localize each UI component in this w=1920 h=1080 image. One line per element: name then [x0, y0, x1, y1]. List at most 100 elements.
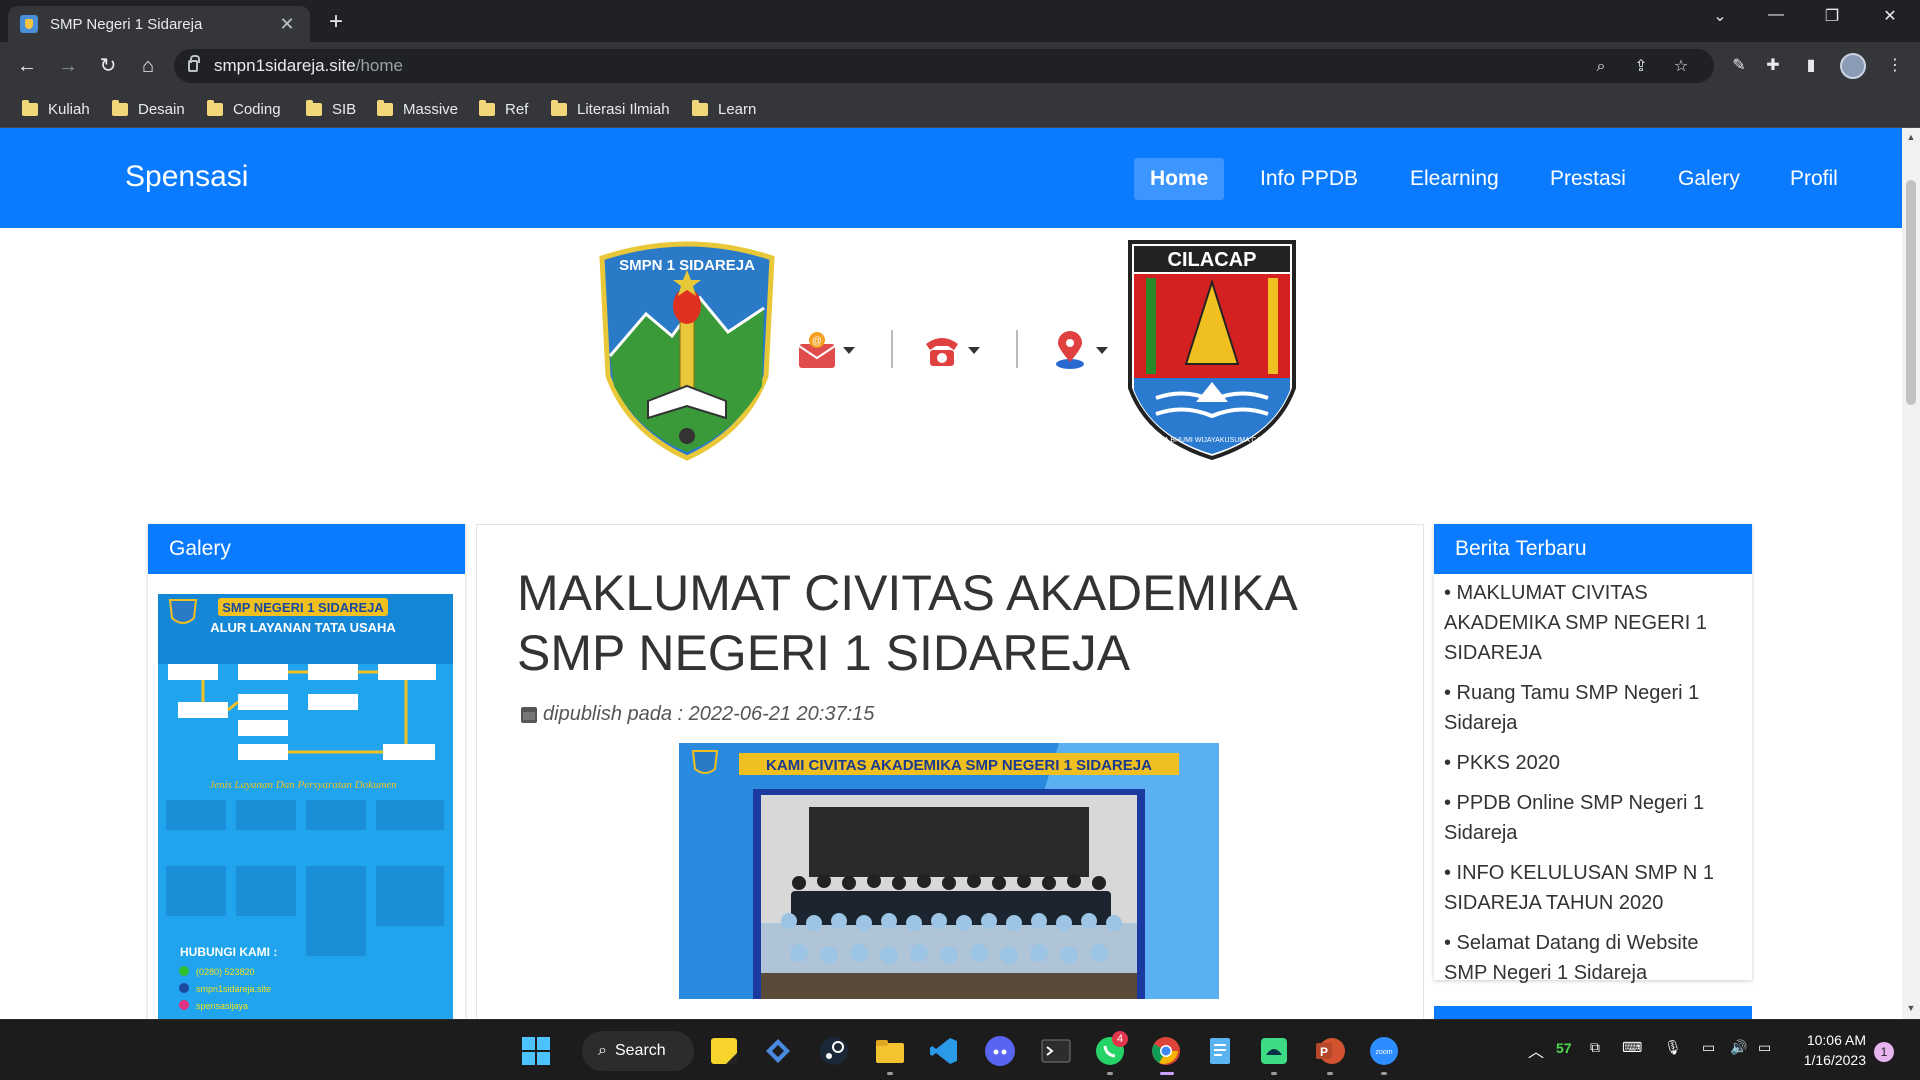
windows-start-icon[interactable] [520, 1035, 552, 1067]
sticky-notes-icon[interactable] [708, 1035, 740, 1067]
bookmark-folder-learn[interactable]: Learn [692, 99, 756, 119]
bookmark-label: Coding [233, 100, 281, 118]
folder-icon [692, 99, 708, 116]
poster-phone: (0280) 523820 [196, 967, 255, 977]
bookmark-folder-ref[interactable]: Ref [479, 99, 528, 119]
url-host: smpn1sidareja.site [214, 56, 356, 75]
restore-button[interactable]: ❐ [1818, 6, 1846, 26]
scroll-up-icon[interactable]: ▲ [1905, 132, 1917, 144]
bookmark-folder-sib[interactable]: SIB [306, 99, 356, 119]
next-card-header [1434, 1006, 1752, 1019]
bookmark-folder-massive[interactable]: Massive [377, 99, 458, 119]
volume-icon[interactable]: 🔊 [1730, 1039, 1747, 1056]
extensions-puzzle-icon[interactable]: ✚ [1762, 55, 1784, 77]
battery-icon[interactable]: ▭ [1758, 1039, 1771, 1056]
browser-toolbar: ← → ↻ ⌂ smpn1sidareja.site/home ⌕ ⇪ ☆ ✎ … [0, 42, 1920, 90]
scroll-down-icon[interactable]: ▼ [1905, 1003, 1917, 1015]
powerpoint-icon[interactable]: P [1314, 1035, 1346, 1067]
new-tab-button[interactable]: + [322, 8, 350, 36]
running-indicator [1381, 1072, 1387, 1075]
folder-icon [377, 99, 393, 116]
clock-time[interactable]: 10:06 AM [1800, 1032, 1866, 1048]
notepad-icon[interactable] [1204, 1035, 1236, 1067]
bookmark-label: Massive [403, 100, 459, 118]
steam-icon[interactable] [818, 1035, 850, 1067]
folder-icon [207, 99, 223, 116]
bookmark-folder-desain[interactable]: Desain [112, 99, 185, 119]
android-studio-icon[interactable] [1258, 1035, 1290, 1067]
bookmark-label: Kuliah [48, 100, 90, 118]
extension-pen-icon[interactable]: ✎ [1728, 55, 1750, 77]
vpn-app-icon[interactable] [762, 1035, 794, 1067]
reload-icon[interactable]: ↻ [94, 52, 122, 80]
email-dropdown[interactable]: @ [797, 330, 855, 370]
chevron-down-icon [1096, 346, 1108, 354]
gallery-heading: Galery [148, 524, 465, 574]
chrome-icon[interactable] [1150, 1035, 1182, 1067]
nav-prestasi[interactable]: Prestasi [1534, 158, 1642, 200]
nav-profil[interactable]: Profil [1774, 158, 1854, 200]
latest-news-heading: Berita Terbaru [1434, 524, 1752, 574]
zoom-search-icon[interactable]: ⌕ [1590, 56, 1612, 78]
back-icon[interactable]: ← [13, 52, 41, 80]
svg-text:zoom: zoom [1375, 1049, 1392, 1056]
group-photo-banner: KAMI CIVITAS AKADEMIKA SMP NEGERI 1 SIDA… [679, 743, 1219, 999]
news-link-item[interactable]: • PKKS 2020 [1444, 748, 1742, 778]
running-indicator [1327, 1072, 1333, 1075]
service-flow-poster: SMP NEGERI 1 SIDAREJA ALUR LAYANAN TATA … [158, 594, 453, 1019]
news-link-item[interactable]: • Selamat Datang di Website SMP Negeri 1… [1444, 928, 1742, 988]
nav-galery[interactable]: Galery [1662, 158, 1756, 200]
tray-overflow-icon[interactable]: ︿ [1528, 1038, 1544, 1062]
nav-home[interactable]: Home [1134, 158, 1225, 200]
lock-icon[interactable] [188, 55, 200, 72]
browser-tab-active[interactable]: SMP Negeri 1 Sidareja ✕ [8, 6, 310, 42]
tray-app-icon[interactable]: ⧉ [1590, 1039, 1600, 1056]
minimize-button[interactable]: — [1762, 6, 1790, 24]
taskbar-search[interactable]: ⌕ Search [582, 1031, 694, 1071]
home-icon[interactable]: ⌂ [134, 52, 162, 80]
gpu-temp[interactable]: 57 [1556, 1040, 1572, 1056]
chrome-menu-icon[interactable]: ⋮ [1884, 55, 1906, 77]
browser-titlebar: SMP Negeri 1 Sidareja ✕ + ⌄ — ❐ ✕ [0, 0, 1920, 42]
news-link-item[interactable]: • PPDB Online SMP Negeri 1 Sidareja [1444, 788, 1742, 848]
address-bar[interactable]: smpn1sidareja.site/home [174, 49, 1714, 83]
location-pin-icon [1056, 331, 1084, 369]
zoom-icon[interactable]: zoom [1368, 1035, 1400, 1067]
discord-icon[interactable] [984, 1035, 1016, 1067]
bookmark-star-icon[interactable]: ☆ [1670, 56, 1692, 78]
site-navbar: Spensasi Home Info PPDB Elearning Presta… [0, 128, 1902, 228]
page-scrollbar[interactable]: ▲ ▼ [1902, 128, 1920, 1019]
location-dropdown[interactable] [1050, 330, 1108, 370]
profile-avatar[interactable] [1840, 53, 1866, 79]
terminal-icon[interactable] [1040, 1035, 1072, 1067]
news-link-item[interactable]: • MAKLUMAT CIVITAS AKADEMIKA SMP NEGERI … [1444, 578, 1742, 668]
nav-elearning[interactable]: Elearning [1394, 158, 1515, 200]
bookmark-folder-coding[interactable]: Coding [207, 99, 281, 119]
scrollbar-thumb[interactable] [1906, 180, 1916, 405]
nav-info-ppdb[interactable]: Info PPDB [1244, 158, 1374, 200]
tab-close-icon[interactable]: ✕ [276, 14, 298, 35]
share-icon[interactable]: ⇪ [1630, 56, 1652, 78]
phone-icon [926, 338, 958, 366]
site-brand[interactable]: Spensasi [125, 160, 248, 194]
article-photo[interactable]: KAMI CIVITAS AKADEMIKA SMP NEGERI 1 SIDA… [679, 743, 1219, 999]
clock-date[interactable]: 1/16/2023 [1800, 1052, 1866, 1068]
keyboard-icon[interactable]: ⌨ [1622, 1039, 1642, 1056]
news-link-item[interactable]: • INFO KELULUSAN SMP N 1 SIDAREJA TAHUN … [1444, 858, 1742, 918]
phone-dropdown[interactable] [922, 330, 980, 370]
side-panel-icon[interactable]: ▮ [1800, 55, 1822, 77]
svg-text:P: P [1320, 1045, 1328, 1059]
bookmark-folder-literasi-ilmiah[interactable]: Literasi Ilmiah [551, 99, 670, 119]
news-link-item[interactable]: • Ruang Tamu SMP Negeri 1 Sidareja [1444, 678, 1742, 738]
tab-search-icon[interactable]: ⌄ [1706, 6, 1734, 26]
gallery-poster-image[interactable]: SMP NEGERI 1 SIDAREJA ALUR LAYANAN TATA … [158, 594, 453, 1019]
network-icon[interactable]: ▭ [1702, 1039, 1715, 1056]
forward-icon[interactable]: → [54, 52, 82, 80]
vscode-icon[interactable] [928, 1035, 960, 1067]
school-logo-text: SMPN 1 SIDAREJA [619, 257, 755, 274]
bookmark-folder-kuliah[interactable]: Kuliah [22, 99, 90, 119]
file-explorer-icon[interactable] [874, 1035, 906, 1067]
notification-badge[interactable]: 1 [1874, 1042, 1894, 1062]
microphone-icon[interactable]: 🎙 [1664, 1039, 1682, 1056]
close-window-button[interactable]: ✕ [1876, 6, 1904, 26]
